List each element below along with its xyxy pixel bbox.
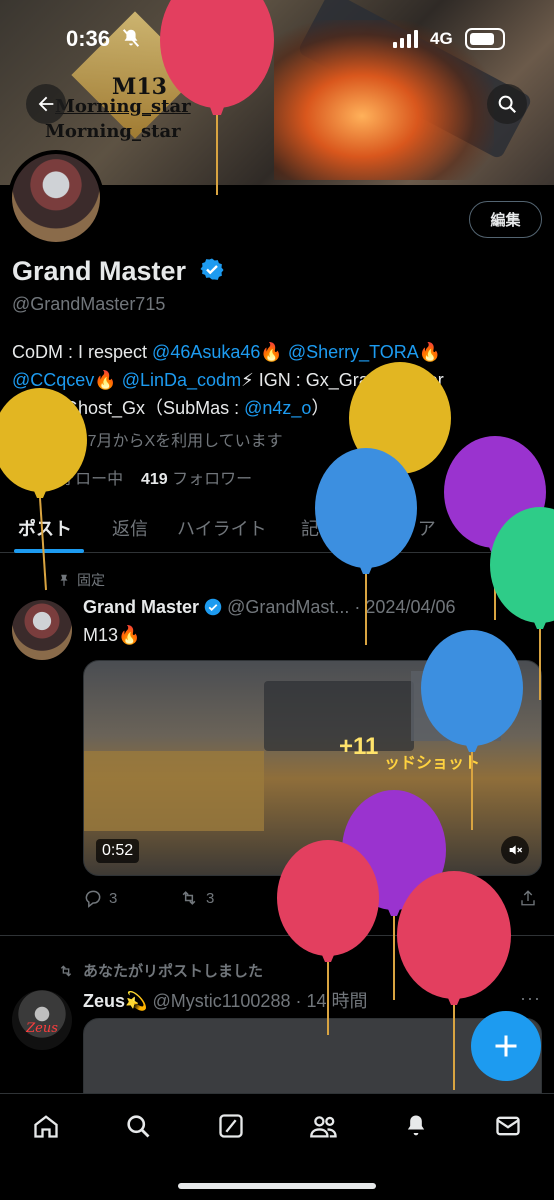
people-icon bbox=[310, 1116, 337, 1138]
red-balloon-icon bbox=[277, 840, 379, 1035]
home-icon bbox=[34, 1115, 58, 1138]
blue-balloon-icon bbox=[421, 630, 523, 830]
home-indicator bbox=[178, 1183, 376, 1189]
mail-icon bbox=[496, 1116, 520, 1136]
balloon-overlay bbox=[0, 0, 554, 1090]
red-balloon-icon bbox=[160, 0, 274, 195]
red-balloon-icon bbox=[397, 871, 511, 1090]
yellow-balloon-icon bbox=[0, 388, 87, 591]
nav-home[interactable] bbox=[30, 1110, 62, 1142]
nav-search[interactable] bbox=[122, 1110, 154, 1142]
nav-grok[interactable] bbox=[215, 1110, 247, 1142]
grok-icon bbox=[219, 1114, 243, 1138]
blue-balloon-icon bbox=[315, 448, 417, 645]
search-icon bbox=[127, 1115, 150, 1138]
nav-notifications[interactable] bbox=[400, 1110, 432, 1142]
nav-messages[interactable] bbox=[492, 1110, 524, 1142]
nav-communities[interactable] bbox=[308, 1110, 340, 1142]
bell-icon bbox=[407, 1115, 425, 1136]
